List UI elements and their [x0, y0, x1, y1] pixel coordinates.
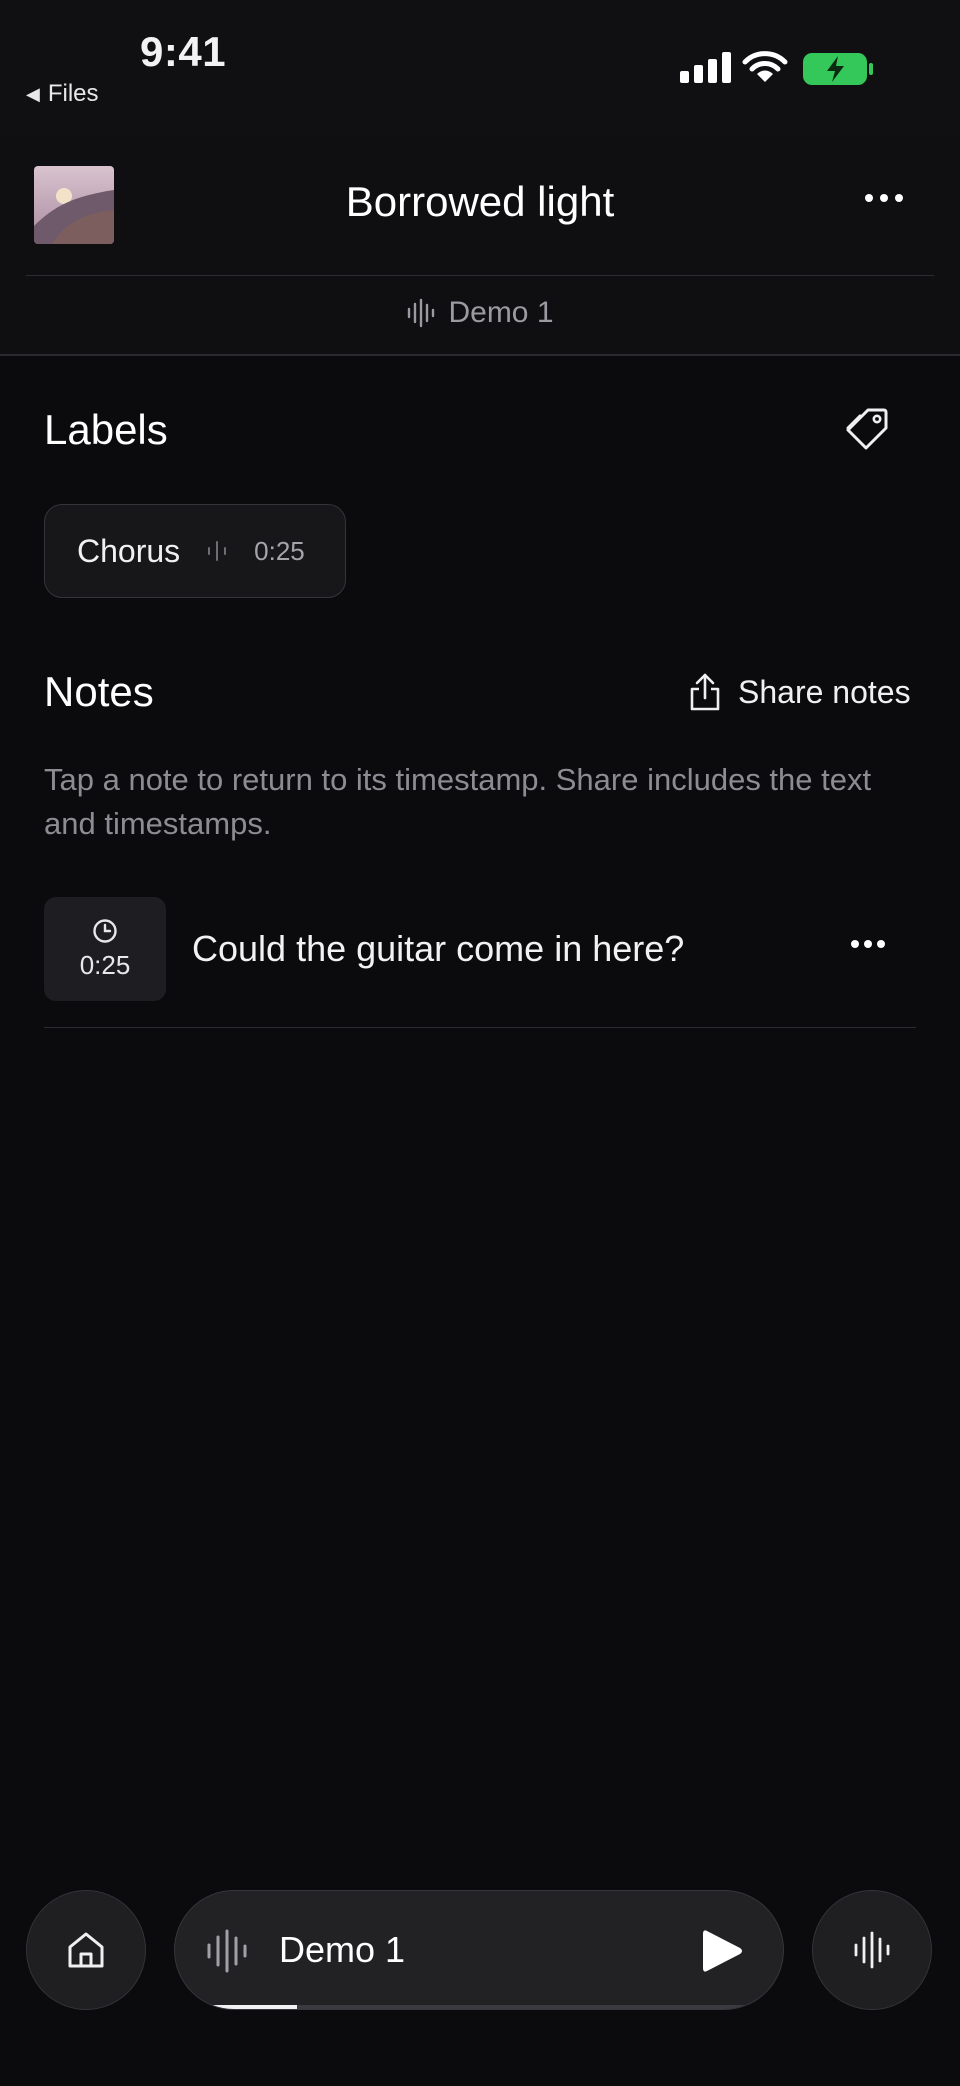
waveform-icon: [408, 298, 435, 328]
share-notes-button[interactable]: Share notes: [688, 672, 911, 712]
note-more-button[interactable]: [850, 936, 886, 954]
more-icon: [865, 194, 903, 202]
version-selector[interactable]: Demo 1: [0, 296, 960, 330]
home-button[interactable]: [26, 1890, 146, 2010]
note-timestamp-button[interactable]: 0:25: [44, 897, 166, 1001]
signal-icon: [680, 52, 731, 83]
play-icon: [703, 1930, 742, 1972]
notes-hint: Tap a note to return to its timestamp. S…: [44, 762, 872, 841]
mini-player[interactable]: Demo 1: [174, 1890, 784, 2010]
label-chip-chorus[interactable]: Chorus 0:25: [44, 504, 346, 598]
note-timestamp: 0:25: [79, 949, 131, 980]
waveform-icon: [854, 1931, 890, 1969]
share-icon: [690, 673, 720, 711]
note-divider: [44, 1027, 916, 1028]
add-label-button[interactable]: [846, 406, 890, 455]
play-button[interactable]: [699, 1927, 745, 1980]
wifi-icon: [742, 50, 788, 89]
back-triangle-icon: ◀: [26, 83, 40, 104]
clock-icon: [93, 918, 117, 943]
notes-heading: Notes: [44, 668, 154, 715]
recordings-button[interactable]: [812, 1890, 932, 2010]
share-notes-label: Share notes: [738, 673, 911, 710]
back-label: Files: [47, 80, 99, 107]
tag-icon: [846, 408, 888, 450]
version-label: Demo 1: [448, 296, 554, 329]
battery-charging-icon: [802, 52, 874, 91]
waveform-icon: [208, 541, 227, 561]
header-divider: [26, 275, 934, 276]
more-icon: [851, 940, 885, 948]
home-icon: [68, 1932, 104, 1968]
more-options-button[interactable]: [864, 190, 904, 208]
song-title: Borrowed light: [345, 178, 615, 225]
back-to-files-button[interactable]: ◀ Files: [26, 80, 99, 108]
label-time: 0:25: [254, 535, 305, 566]
playback-progress-fill: [203, 2005, 298, 2009]
note-text[interactable]: Could the guitar come in here?: [192, 928, 684, 970]
label-name: Chorus: [77, 532, 181, 569]
player-title: Demo 1: [279, 1929, 406, 1970]
waveform-icon: [207, 1929, 247, 1973]
labels-heading: Labels: [44, 406, 168, 453]
status-time: 9:41: [140, 28, 227, 75]
header-bottom-border: [0, 354, 960, 356]
